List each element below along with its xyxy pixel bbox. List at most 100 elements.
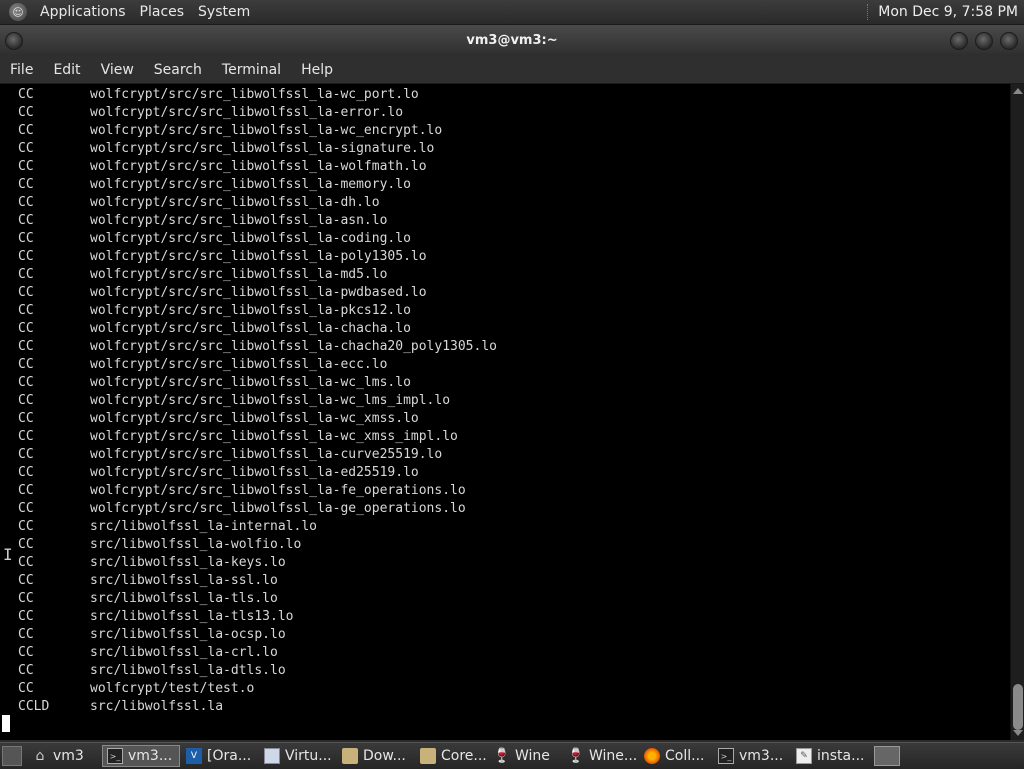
taskbar-task-label: Wine <box>515 748 550 764</box>
build-command: CC <box>18 285 34 300</box>
build-command: CC <box>18 87 34 102</box>
taskbar-task[interactable]: Coll... <box>640 745 712 767</box>
window-titlebar[interactable]: vm3@vm3:~ <box>0 25 1024 56</box>
scrollbar-thumb[interactable] <box>1013 684 1023 730</box>
taskbar-task[interactable]: Dow... <box>338 745 414 767</box>
build-command: CC <box>18 483 34 498</box>
build-target-path: src/libwolfssl_la-internal.lo <box>90 519 317 534</box>
build-command: CC <box>18 591 34 606</box>
build-target-path: src/libwolfssl_la-tls.lo <box>90 591 278 606</box>
taskbar-task-label: Core... <box>441 748 487 764</box>
build-target-path: src/libwolfssl_la-wolfio.lo <box>90 537 302 552</box>
taskbar-task-label: Dow... <box>363 748 406 764</box>
build-command: CC <box>18 141 34 156</box>
build-command: CC <box>18 627 34 642</box>
build-command: CC <box>18 357 34 372</box>
build-target-path: wolfcrypt/src/src_libwolfssl_la-wc_encry… <box>90 123 443 138</box>
applications-menu[interactable]: Applications <box>33 4 133 20</box>
build-command: CC <box>18 303 34 318</box>
build-target-path: wolfcrypt/src/src_libwolfssl_la-wc_lms.l… <box>90 375 411 390</box>
top-panel: ☺ Applications Places System Mon Dec 9, … <box>0 0 1024 25</box>
window-menu-button[interactable] <box>5 32 23 50</box>
virtual-machine-icon <box>264 748 280 764</box>
build-target-path: wolfcrypt/src/src_libwolfssl_la-ed25519.… <box>90 465 419 480</box>
panel-separator <box>867 4 870 20</box>
build-target-path: wolfcrypt/src/src_libwolfssl_la-chacha20… <box>90 339 497 354</box>
taskbar-task[interactable]: Virtu... <box>260 745 336 767</box>
taskbar-task[interactable]: >_ vm3... <box>102 745 180 767</box>
workspace-switcher[interactable] <box>874 746 900 766</box>
places-menu[interactable]: Places <box>133 4 192 20</box>
build-target-path: wolfcrypt/src/src_libwolfssl_la-pkcs12.l… <box>90 303 411 318</box>
taskbar-task[interactable]: ✎ insta... <box>792 745 868 767</box>
build-command: CC <box>18 537 34 552</box>
taskbar-task[interactable]: >_ vm3... <box>714 745 790 767</box>
taskbar-task[interactable]: ⌂ vm3 <box>28 745 100 767</box>
scroll-up-arrow-icon[interactable] <box>1013 88 1023 94</box>
folder-icon <box>420 748 436 764</box>
build-command: CC <box>18 105 34 120</box>
wine-icon: 🍷 <box>567 748 585 764</box>
build-command: CC <box>18 267 34 282</box>
build-target-path: wolfcrypt/src/src_libwolfssl_la-wc_port.… <box>90 87 419 102</box>
build-command: CC <box>18 213 34 228</box>
menu-help[interactable]: Help <box>291 62 343 78</box>
home-folder-icon: ⌂ <box>35 748 45 764</box>
build-command: CC <box>18 447 34 462</box>
build-target-path: src/libwolfssl_la-dtls.lo <box>90 663 286 678</box>
build-command: CC <box>18 321 34 336</box>
build-command: CC <box>18 645 34 660</box>
build-target-path: wolfcrypt/src/src_libwolfssl_la-curve255… <box>90 447 443 462</box>
window-title: vm3@vm3:~ <box>466 33 558 48</box>
build-command: CC <box>18 231 34 246</box>
minimize-button[interactable] <box>950 32 968 50</box>
build-command: CCLD <box>18 699 50 714</box>
build-target-path: wolfcrypt/src/src_libwolfssl_la-error.lo <box>90 105 404 120</box>
build-target-path: wolfcrypt/src/src_libwolfssl_la-poly1305… <box>90 249 427 264</box>
build-command: CC <box>18 393 34 408</box>
distro-logo-icon[interactable]: ☺ <box>9 3 27 21</box>
build-command: CC <box>18 519 34 534</box>
menu-search[interactable]: Search <box>144 62 212 78</box>
wine-icon: 🍷 <box>493 748 511 764</box>
build-target-path: src/libwolfssl_la-crl.lo <box>90 645 278 660</box>
terminal-scrollbar[interactable] <box>1010 84 1024 740</box>
build-target-path: wolfcrypt/src/src_libwolfssl_la-pwdbased… <box>90 285 427 300</box>
build-command: CC <box>18 555 34 570</box>
taskbar: ⌂ vm3 >_ vm3... V [Ora... Virtu... Dow... Core..… <box>0 742 1024 769</box>
build-target-path: wolfcrypt/src/src_libwolfssl_la-wc_xmss.… <box>90 411 419 426</box>
build-target-path: wolfcrypt/src/src_libwolfssl_la-signatur… <box>90 141 435 156</box>
scroll-down-arrow-icon[interactable] <box>1013 730 1023 736</box>
taskbar-task[interactable]: 🍷 Wine... <box>564 745 638 767</box>
taskbar-task[interactable]: V [Ora... <box>182 745 258 767</box>
build-command: CC <box>18 177 34 192</box>
taskbar-task-label: vm3 <box>53 748 84 764</box>
build-command: CC <box>18 159 34 174</box>
clock[interactable]: Mon Dec 9, 7:58 PM <box>878 4 1018 20</box>
build-command: CC <box>18 429 34 444</box>
firefox-icon <box>644 748 660 764</box>
menu-edit[interactable]: Edit <box>43 62 90 78</box>
build-command: CC <box>18 681 34 696</box>
close-button[interactable] <box>1000 32 1018 50</box>
build-command: CC <box>18 195 34 210</box>
menu-terminal[interactable]: Terminal <box>212 62 291 78</box>
taskbar-task-label: Virtu... <box>285 748 332 764</box>
maximize-button[interactable] <box>975 32 993 50</box>
build-command: CC <box>18 501 34 516</box>
build-target-path: src/libwolfssl_la-keys.lo <box>90 555 286 570</box>
terminal-output[interactable]: I CC wolfcrypt/src/src_libwolfssl_la-wc_p… <box>0 84 1010 740</box>
system-menu[interactable]: System <box>191 4 257 20</box>
build-target-path: wolfcrypt/src/src_libwolfssl_la-fe_opera… <box>90 483 466 498</box>
show-desktop-button[interactable] <box>2 746 22 766</box>
build-target-path: wolfcrypt/src/src_libwolfssl_la-ecc.lo <box>90 357 388 372</box>
folder-icon <box>342 748 358 764</box>
build-target-path: wolfcrypt/src/src_libwolfssl_la-memory.l… <box>90 177 411 192</box>
build-target-path: wolfcrypt/src/src_libwolfssl_la-wolfmath… <box>90 159 427 174</box>
taskbar-task[interactable]: 🍷 Wine <box>490 745 562 767</box>
taskbar-task[interactable]: Core... <box>416 745 488 767</box>
menu-file[interactable]: File <box>0 62 43 78</box>
build-target-path: wolfcrypt/src/src_libwolfssl_la-md5.lo <box>90 267 388 282</box>
menu-view[interactable]: View <box>91 62 144 78</box>
build-target-path: wolfcrypt/test/test.o <box>90 681 255 696</box>
